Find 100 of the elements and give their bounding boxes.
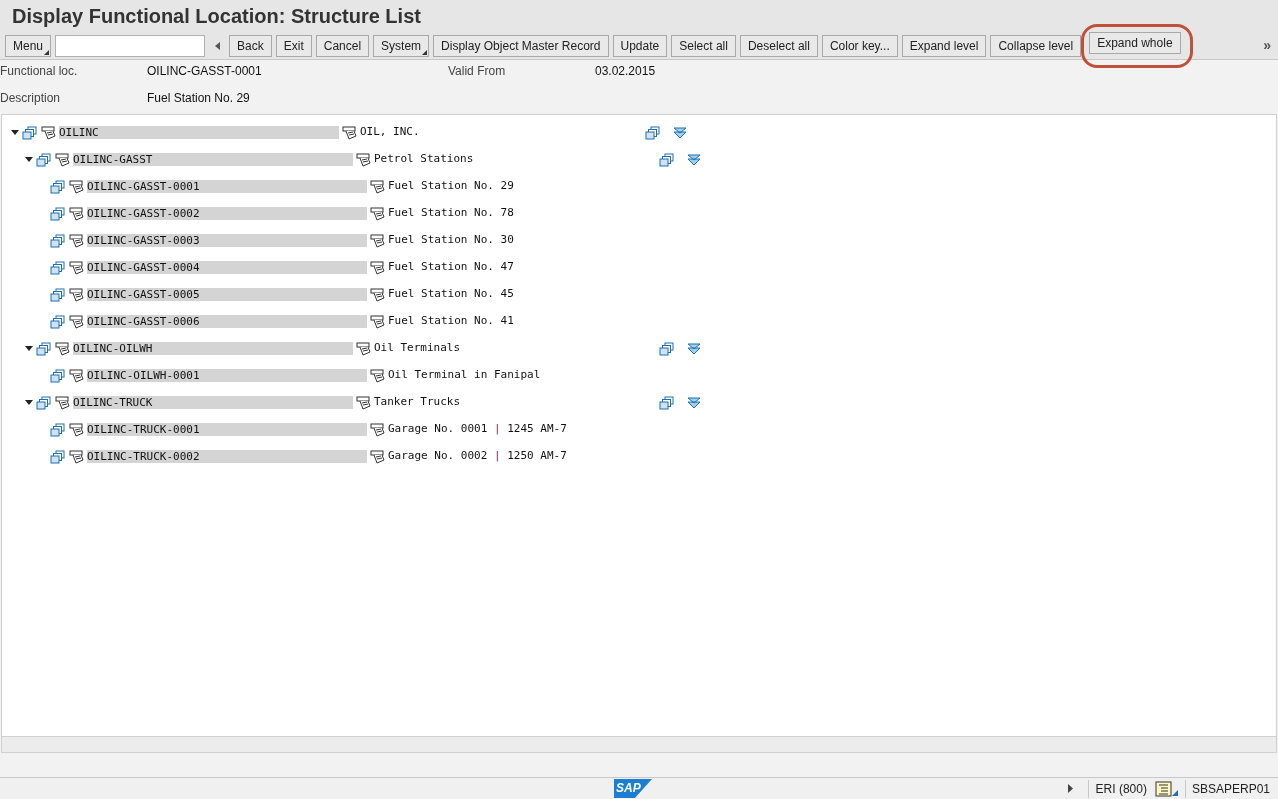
location-id[interactable]: OILINC — [59, 126, 339, 139]
location-description: Tanker Trucks — [374, 394, 462, 411]
toolbar-button[interactable]: Cancel — [315, 34, 370, 57]
expand-all-icon[interactable] — [687, 153, 701, 166]
document-icon[interactable] — [69, 287, 85, 302]
location-description: Oil Terminals — [374, 340, 462, 357]
field-label: Valid From — [448, 63, 506, 80]
document-icon[interactable] — [55, 152, 71, 167]
document-icon[interactable] — [370, 314, 386, 329]
location-description: Oil Terminal in Fanipal — [388, 367, 542, 384]
toolbar-button[interactable]: System — [373, 34, 430, 57]
hierarchy-icon[interactable] — [50, 233, 66, 248]
caret-icon[interactable] — [44, 49, 50, 55]
document-icon[interactable] — [370, 368, 386, 383]
location-id[interactable]: OILINC-OILWH-0001 — [87, 369, 367, 382]
hierarchy-icon[interactable] — [645, 125, 661, 140]
document-icon[interactable] — [356, 341, 372, 356]
location-id[interactable]: OILINC-GASST-0006 — [87, 315, 367, 328]
document-icon[interactable] — [69, 314, 85, 329]
collapse-arrow-icon[interactable] — [23, 157, 35, 162]
document-icon[interactable] — [55, 395, 71, 410]
hierarchy-icon[interactable] — [50, 287, 66, 302]
hierarchy-icon[interactable] — [36, 341, 52, 356]
collapse-arrow-icon[interactable] — [23, 346, 35, 351]
document-icon[interactable] — [370, 206, 386, 221]
document-icon[interactable] — [370, 260, 386, 275]
toolbar-button[interactable]: Expand level — [901, 34, 987, 57]
field-value: OILINC-GASST-0001 — [147, 63, 262, 80]
location-id[interactable]: OILINC-GASST-0001 — [87, 180, 367, 193]
toolbar-button[interactable]: Display Object Master Record — [433, 34, 609, 57]
hierarchy-icon[interactable] — [22, 125, 38, 140]
menu-button[interactable]: Menu — [5, 34, 52, 57]
hierarchy-icon[interactable] — [50, 179, 66, 194]
hierarchy-icon[interactable] — [659, 152, 675, 167]
document-icon[interactable] — [69, 422, 85, 437]
more-button[interactable]: » — [1263, 35, 1273, 56]
server-name: SBSAPERP01 — [1184, 779, 1278, 798]
hierarchy-icon[interactable] — [659, 395, 675, 410]
document-icon[interactable] — [69, 260, 85, 275]
field-value: Fuel Station No. 29 — [147, 90, 250, 107]
location-id[interactable]: OILINC-GASST-0003 — [87, 234, 367, 247]
hierarchy-icon[interactable] — [36, 152, 52, 167]
notes-icon[interactable] — [1154, 780, 1179, 797]
location-description: Fuel Station No. 78 — [388, 205, 515, 222]
hierarchy-icon[interactable] — [50, 314, 66, 329]
toolbar-button[interactable]: Color key... — [821, 34, 898, 57]
expand-all-icon[interactable] — [673, 126, 687, 139]
location-id[interactable]: OILINC-GASST-0005 — [87, 288, 367, 301]
expand-all-icon[interactable] — [687, 396, 701, 409]
document-icon[interactable] — [342, 125, 358, 140]
location-description: Fuel Station No. 29 — [388, 178, 515, 195]
document-icon[interactable] — [55, 341, 71, 356]
location-id[interactable]: OILINC-TRUCK — [73, 396, 353, 409]
hierarchy-icon[interactable] — [50, 422, 66, 437]
location-description: Petrol Stations — [374, 151, 475, 168]
document-icon[interactable] — [356, 395, 372, 410]
hierarchy-icon[interactable] — [36, 395, 52, 410]
toolbar-button[interactable]: Deselect all — [739, 34, 818, 57]
command-field[interactable] — [55, 34, 206, 57]
system-info: ERI (800) — [1087, 779, 1155, 798]
expand-all-icon[interactable] — [687, 342, 701, 355]
hierarchy-icon[interactable] — [50, 206, 66, 221]
document-icon[interactable] — [370, 422, 386, 437]
window-title: Display Functional Location: Structure List — [12, 4, 421, 29]
document-icon[interactable] — [69, 233, 85, 248]
toolbar-button[interactable]: Update — [612, 34, 668, 57]
sap-logo: SAP — [614, 779, 652, 798]
document-icon[interactable] — [370, 179, 386, 194]
location-id[interactable]: OILINC-GASST — [73, 153, 353, 166]
toolbar-button[interactable]: Select all — [671, 34, 736, 57]
document-icon[interactable] — [41, 125, 57, 140]
hierarchy-icon[interactable] — [50, 260, 66, 275]
document-icon[interactable] — [370, 233, 386, 248]
toolbar-button[interactable]: Back — [229, 34, 272, 57]
toolbar-button[interactable]: Expand whole — [1089, 31, 1181, 54]
document-icon[interactable] — [69, 368, 85, 383]
location-id[interactable]: OILINC-TRUCK-0002 — [87, 450, 367, 463]
document-icon[interactable] — [69, 449, 85, 464]
toolbar-button[interactable]: Collapse level — [990, 34, 1082, 57]
toolbar-button[interactable]: Exit — [275, 34, 312, 57]
caret-icon[interactable] — [422, 49, 428, 55]
document-icon[interactable] — [69, 179, 85, 194]
location-id[interactable]: OILINC-TRUCK-0001 — [87, 423, 367, 436]
hierarchy-icon[interactable] — [50, 449, 66, 464]
field-label: Functional loc. — [0, 63, 78, 80]
location-description: Garage No. 0001 | 1245 AM-7 — [388, 421, 568, 438]
hierarchy-icon[interactable] — [659, 341, 675, 356]
document-icon[interactable] — [69, 206, 85, 221]
document-icon[interactable] — [370, 449, 386, 464]
location-description: Fuel Station No. 30 — [388, 232, 515, 249]
scrollbar-track[interactable] — [1, 737, 1277, 753]
location-description: OIL, INC. — [360, 124, 421, 141]
location-id[interactable]: OILINC-GASST-0004 — [87, 261, 367, 274]
document-icon[interactable] — [356, 152, 372, 167]
location-id[interactable]: OILINC-OILWH — [73, 342, 353, 355]
collapse-arrow-icon[interactable] — [9, 130, 21, 135]
collapse-arrow-icon[interactable] — [23, 400, 35, 405]
document-icon[interactable] — [370, 287, 386, 302]
location-id[interactable]: OILINC-GASST-0002 — [87, 207, 367, 220]
hierarchy-icon[interactable] — [50, 368, 66, 383]
